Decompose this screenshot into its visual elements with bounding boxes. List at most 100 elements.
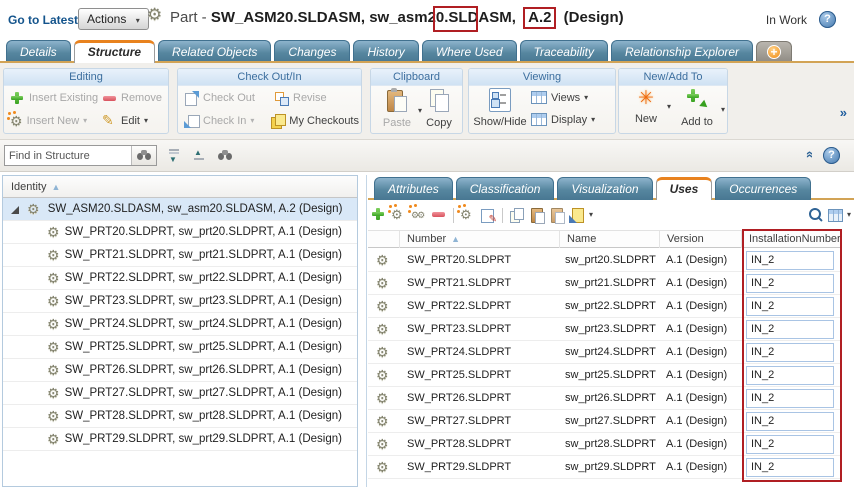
tab-uses[interactable]: Uses <box>656 177 713 200</box>
tree-item[interactable]: SW_PRT29.SLDPRT, sw_prt29.SLDPRT, A.1 (D… <box>3 428 357 451</box>
display-button[interactable]: Display <box>531 113 595 126</box>
expand-all-icon[interactable] <box>193 148 206 163</box>
remove-button[interactable]: Remove <box>100 90 164 106</box>
new-button[interactable]: New <box>625 87 667 125</box>
tab-occurrences[interactable]: Occurrences <box>715 177 811 200</box>
table-row[interactable]: SW_PRT23.SLDPRTsw_prt23.SLDPRTA.1 (Desig… <box>368 318 842 341</box>
tree-item[interactable]: SW_PRT28.SLDPRT, sw_prt28.SLDPRT, A.1 (D… <box>3 405 357 428</box>
tree-item[interactable]: SW_PRT27.SLDPRT, sw_prt27.SLDPRT, A.1 (D… <box>3 382 357 405</box>
paste-button[interactable] <box>529 207 545 223</box>
find-button[interactable] <box>131 146 156 165</box>
installation-number-cell[interactable]: IN_2 <box>746 458 834 477</box>
installation-header-label: InstallationNumber <box>749 233 841 245</box>
table-row[interactable]: SW_PRT28.SLDPRTsw_prt28.SLDPRTA.1 (Desig… <box>368 433 842 456</box>
help-icon[interactable] <box>819 11 836 28</box>
tab-changes[interactable]: Changes <box>274 40 350 63</box>
collapse-panel-chevron-icon[interactable] <box>801 151 816 158</box>
paste-special-button[interactable] <box>549 207 565 223</box>
add-row-button[interactable] <box>371 207 387 223</box>
part-gear-icon <box>376 276 389 290</box>
tab-where-used[interactable]: Where Used <box>422 40 517 63</box>
insert-multiple-parts-button[interactable] <box>411 207 427 223</box>
page-title-prefix: Part - <box>170 9 211 26</box>
identity-column-header[interactable]: Identity <box>3 176 357 198</box>
go-to-latest-link[interactable]: Go to Latest <box>8 13 78 27</box>
add-to-button[interactable]: Add to <box>673 87 721 128</box>
installation-number-cell[interactable]: IN_2 <box>746 389 834 408</box>
insert-new-part-button[interactable] <box>391 207 407 223</box>
edit-attributes-button[interactable] <box>480 207 496 223</box>
installation-number-cell[interactable]: IN_2 <box>746 343 834 362</box>
column-settings-icon[interactable] <box>828 209 843 222</box>
tree-item[interactable]: SW_PRT22.SLDPRT, sw_prt22.SLDPRT, A.1 (D… <box>3 267 357 290</box>
show-hide-button[interactable]: Show/Hide <box>473 87 527 128</box>
search-table-icon[interactable] <box>808 207 824 223</box>
remove-row-button[interactable] <box>431 207 447 223</box>
version-column-header[interactable]: Version <box>660 231 742 248</box>
panel-divider <box>366 175 367 487</box>
table-row[interactable]: SW_PRT25.SLDPRTsw_prt25.SLDPRTA.1 (Desig… <box>368 364 842 387</box>
dropdown-caret-icon <box>667 103 671 111</box>
tab-structure[interactable]: Structure <box>74 40 155 63</box>
insert-replace-button[interactable] <box>569 207 585 223</box>
copy-button[interactable]: Copy <box>419 88 459 129</box>
actions-dropdown-button[interactable]: Actions <box>78 8 149 30</box>
icon-column-header[interactable] <box>368 231 400 248</box>
ribbon-overflow-chevron[interactable] <box>840 105 847 120</box>
tree-item[interactable]: SW_PRT26.SLDPRT, sw_prt26.SLDPRT, A.1 (D… <box>3 359 357 382</box>
installation-number-cell[interactable]: IN_2 <box>746 297 834 316</box>
tab-visualization[interactable]: Visualization <box>557 177 652 200</box>
table-row[interactable]: SW_PRT21.SLDPRTsw_prt21.SLDPRTA.1 (Desig… <box>368 272 842 295</box>
edit-part-button[interactable] <box>460 207 476 223</box>
installation-number-cell[interactable]: IN_2 <box>746 412 834 431</box>
installation-number-column-header[interactable]: InstallationNumber <box>742 231 841 248</box>
installation-number-cell[interactable]: IN_2 <box>746 274 834 293</box>
tree-item[interactable]: SW_PRT20.SLDPRT, sw_prt20.SLDPRT, A.1 (D… <box>3 221 357 244</box>
uses-table-header: Number Name Version InstallationNumber <box>368 230 842 248</box>
copy-button[interactable] <box>509 207 525 223</box>
tab-details[interactable]: Details <box>6 40 71 63</box>
my-checkouts-button[interactable]: My Checkouts <box>268 113 361 129</box>
name-column-header[interactable]: Name <box>560 231 660 248</box>
revise-button[interactable]: Revise <box>272 90 329 106</box>
table-row[interactable]: SW_PRT26.SLDPRTsw_prt26.SLDPRTA.1 (Desig… <box>368 387 842 410</box>
installation-number-cell[interactable]: IN_2 <box>746 320 834 339</box>
table-row[interactable]: SW_PRT29.SLDPRTsw_prt29.SLDPRTA.1 (Desig… <box>368 456 842 479</box>
find-in-structure-input[interactable] <box>5 146 131 165</box>
tree-item[interactable]: SW_PRT24.SLDPRT, sw_prt24.SLDPRT, A.1 (D… <box>3 313 357 336</box>
insert-new-button[interactable]: Insert New <box>8 113 89 129</box>
tab-related-objects[interactable]: Related Objects <box>158 40 271 63</box>
table-row[interactable]: SW_PRT27.SLDPRTsw_prt27.SLDPRTA.1 (Desig… <box>368 410 842 433</box>
check-in-button[interactable]: Check In <box>182 113 256 129</box>
tab-classification[interactable]: Classification <box>456 177 555 200</box>
number-column-header[interactable]: Number <box>400 231 560 248</box>
installation-number-cell[interactable]: IN_2 <box>746 251 834 270</box>
table-row[interactable]: SW_PRT24.SLDPRTsw_prt24.SLDPRTA.1 (Desig… <box>368 341 842 364</box>
table-row[interactable]: SW_PRT20.SLDPRTsw_prt20.SLDPRTA.1 (Desig… <box>368 249 842 272</box>
plus-icon <box>10 91 25 105</box>
tree-item[interactable]: SW_PRT21.SLDPRT, sw_prt21.SLDPRT, A.1 (D… <box>3 244 357 267</box>
collapse-all-icon[interactable] <box>168 148 181 163</box>
installation-number-cell[interactable]: IN_2 <box>746 435 834 454</box>
tab-history[interactable]: History <box>353 40 418 63</box>
check-out-button[interactable]: Check Out <box>182 90 257 106</box>
table-row[interactable]: SW_PRT22.SLDPRTsw_prt22.SLDPRTA.1 (Desig… <box>368 295 842 318</box>
tab-relationship-explorer[interactable]: Relationship Explorer <box>611 40 753 63</box>
tab-traceability[interactable]: Traceability <box>520 40 608 63</box>
tree-item[interactable]: SW_PRT25.SLDPRT, sw_prt25.SLDPRT, A.1 (D… <box>3 336 357 359</box>
tree-root-item[interactable]: SW_ASM20.SLDASM, sw_asm20.SLDASM, A.2 (D… <box>3 198 357 221</box>
insert-existing-button[interactable]: Insert Existing <box>8 90 100 106</box>
views-button[interactable]: Views <box>531 91 588 104</box>
expand-collapse-icon[interactable] <box>11 206 19 214</box>
group-title-viewing: Viewing <box>469 69 615 86</box>
add-tab-button[interactable] <box>756 41 792 63</box>
search-structure-icon[interactable] <box>218 148 234 163</box>
tree-item-label: SW_PRT28.SLDPRT, sw_prt28.SLDPRT, A.1 (D… <box>65 410 342 422</box>
edit-button[interactable]: Edit <box>100 111 150 130</box>
installation-number-cell[interactable]: IN_2 <box>746 366 834 385</box>
ribbon-group-clipboard: Clipboard Paste Copy <box>370 68 463 134</box>
paste-button[interactable]: Paste <box>376 88 418 129</box>
tree-item[interactable]: SW_PRT23.SLDPRT, sw_prt23.SLDPRT, A.1 (D… <box>3 290 357 313</box>
tab-attributes[interactable]: Attributes <box>374 177 453 200</box>
help-icon[interactable] <box>823 147 840 164</box>
